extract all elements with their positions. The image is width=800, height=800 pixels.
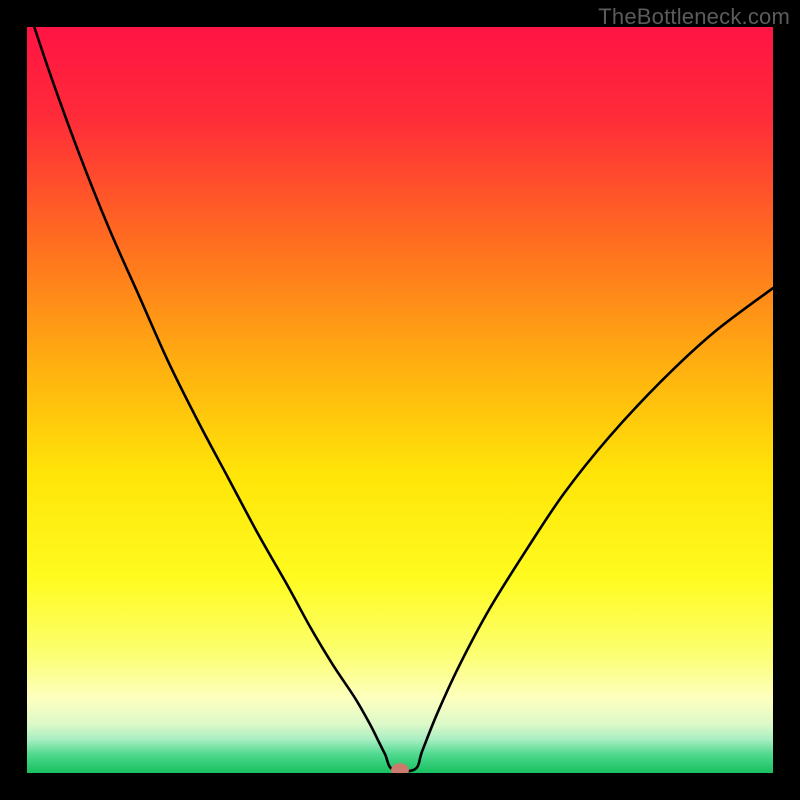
gradient-background [27, 27, 773, 773]
plot-area [27, 27, 773, 773]
chart-frame: TheBottleneck.com [0, 0, 800, 800]
chart-svg [27, 27, 773, 773]
